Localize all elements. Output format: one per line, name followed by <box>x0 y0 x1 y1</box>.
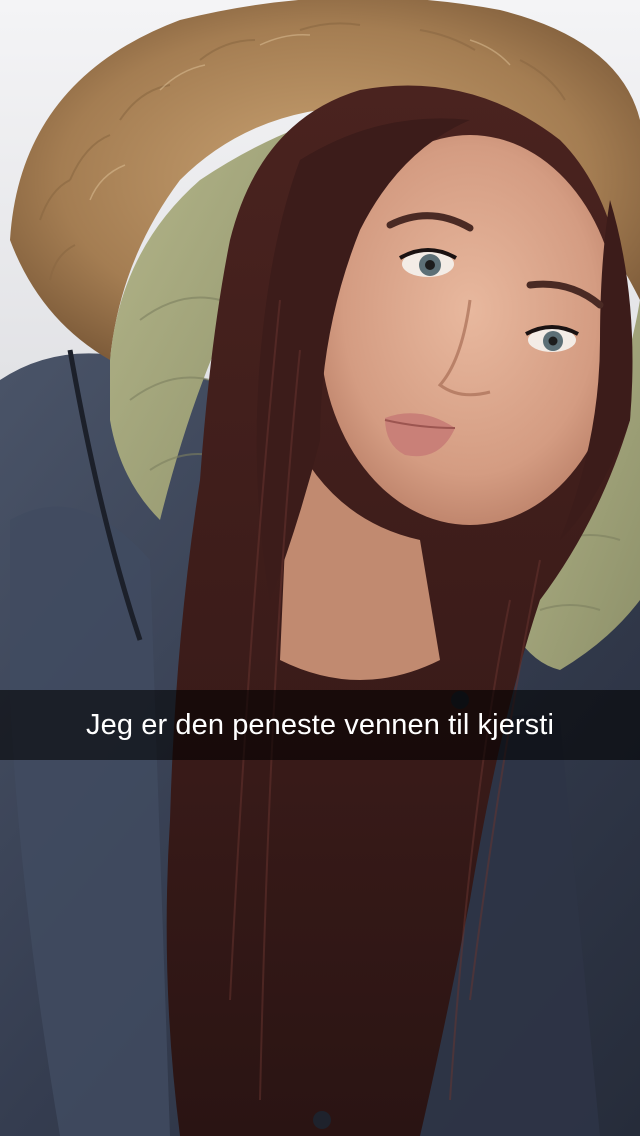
snap-view[interactable]: Jeg er den peneste vennen til kjersti <box>0 0 640 1136</box>
caption-text: Jeg er den peneste vennen til kjersti <box>86 708 554 741</box>
selfie-photo <box>0 0 640 1136</box>
caption-bar: Jeg er den peneste vennen til kjersti <box>0 690 640 760</box>
